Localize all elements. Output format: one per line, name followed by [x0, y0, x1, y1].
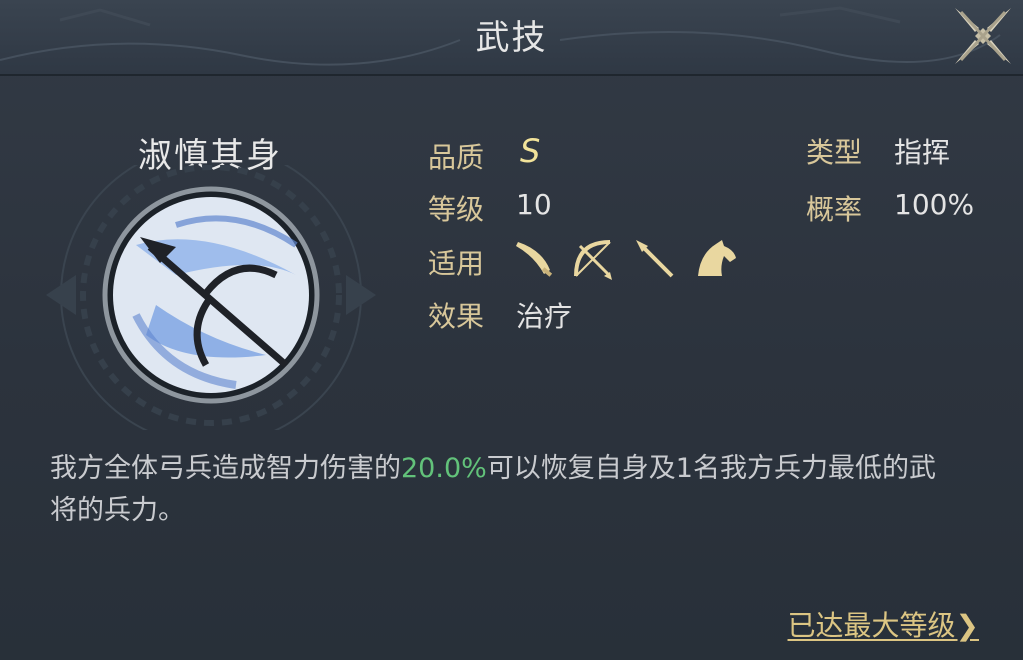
- skill-icon-frame: [46, 165, 376, 430]
- rate-label: 概率: [806, 193, 863, 226]
- description-text: 我方全体弓兵造成智力伤害的: [50, 453, 401, 484]
- max-level-link[interactable]: 已达最大等级❯: [788, 604, 979, 644]
- level-value: 10: [516, 188, 552, 221]
- saber-icon: [516, 242, 553, 277]
- rate-value: 100%: [894, 188, 975, 221]
- quality-label: 品质: [428, 141, 485, 174]
- skill-detail-panel: 武技 淑慎其身 品质 S 等级 10 适用 效果 治疗 类型 指挥 概率 100…: [0, 0, 1023, 660]
- description-highlight: 20.0%: [401, 453, 487, 484]
- effect-label: 效果: [428, 300, 485, 333]
- horse-icon: [698, 240, 736, 276]
- level-label: 等级: [428, 193, 485, 226]
- type-value: 指挥: [894, 136, 951, 169]
- applicable-label: 适用: [428, 247, 485, 280]
- spear-icon: [636, 240, 674, 278]
- quality-value: S: [520, 132, 541, 170]
- bow-icon: [574, 240, 612, 280]
- page-title: 武技: [475, 18, 548, 58]
- close-button[interactable]: [949, 2, 1017, 70]
- type-label: 类型: [806, 136, 863, 169]
- close-icon: [955, 8, 1011, 64]
- chevron-right-icon: ❯: [955, 609, 979, 642]
- max-level-label: 已达最大等级: [787, 609, 956, 642]
- skill-description: 我方全体弓兵造成智力伤害的20.0%可以恢复自身及1名我方兵力最低的武将的兵力。: [50, 448, 950, 532]
- effect-value: 治疗: [516, 300, 573, 333]
- header-divider: [0, 74, 1023, 76]
